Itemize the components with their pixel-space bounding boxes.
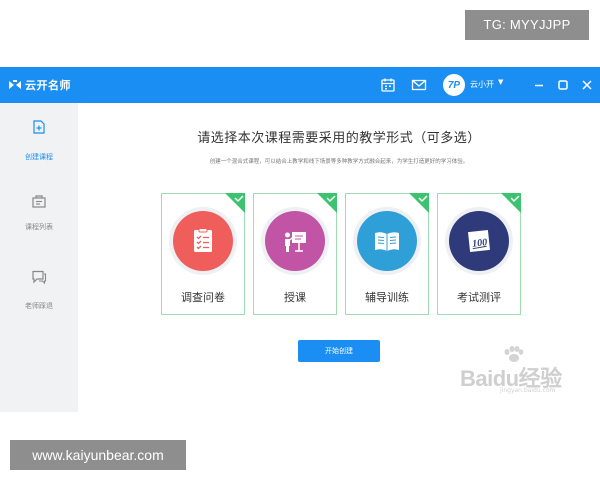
card-teaching[interactable]: 授课 xyxy=(253,193,337,315)
checkmark-icon xyxy=(501,193,521,213)
title-bar: 云开名师 7P 云小开 ▼ xyxy=(0,67,600,103)
start-create-button[interactable]: 开始创建 xyxy=(298,340,380,362)
card-survey[interactable]: 调查问卷 xyxy=(161,193,245,315)
sidebar-item-label: 课程列表 xyxy=(25,223,53,231)
checkmark-icon xyxy=(225,193,245,213)
baidu-watermark: Baidu经验 jingyan.baidu.com xyxy=(460,345,590,400)
app-name: 云开名师 xyxy=(25,79,71,92)
card-label: 辅导训练 xyxy=(365,291,409,304)
card-circle xyxy=(265,211,325,271)
course-list-icon xyxy=(32,195,46,208)
sidebar: 创建课程 课程列表 老师踩退 xyxy=(0,103,78,412)
logo-icon xyxy=(9,80,21,89)
page-description: 创建一个混合式课程，可以结合上教学和线下场景等多种教学方式融合起来，为学生打造更… xyxy=(209,159,469,165)
minimize-icon[interactable] xyxy=(532,78,546,92)
avatar[interactable]: 7P xyxy=(443,74,465,96)
watermark-sub: jingyan.baidu.com xyxy=(500,387,556,394)
card-circle: 100 xyxy=(449,211,509,271)
close-icon[interactable] xyxy=(580,78,594,92)
mail-icon[interactable] xyxy=(411,77,427,93)
url-overlay-badge: www.kaiyunbear.com xyxy=(10,440,186,470)
app-logo: 云开名师 xyxy=(8,76,71,94)
card-circle xyxy=(173,211,233,271)
sidebar-item-label: 老师踩退 xyxy=(25,302,53,310)
card-circle xyxy=(357,211,417,271)
exam-icon: 100 xyxy=(468,230,490,252)
sidebar-item-create-course[interactable]: 创建课程 xyxy=(0,103,78,173)
survey-icon xyxy=(194,228,212,252)
card-label: 调查问卷 xyxy=(181,291,225,304)
calendar-icon[interactable] xyxy=(380,77,396,93)
caret-down-icon[interactable]: ▼ xyxy=(498,78,503,86)
sidebar-item-course-list[interactable]: 课程列表 xyxy=(0,178,78,248)
tg-overlay-badge: TG: MYYJJPP xyxy=(465,10,589,40)
teaching-icon xyxy=(285,232,306,252)
card-exam[interactable]: 100 考试测评 xyxy=(437,193,521,315)
add-course-icon xyxy=(33,120,45,134)
tutoring-icon xyxy=(375,232,399,251)
sidebar-item-teacher[interactable]: 老师踩退 xyxy=(0,251,78,321)
checkmark-icon xyxy=(409,193,429,213)
sidebar-item-label: 创建课程 xyxy=(25,153,53,161)
maximize-icon[interactable] xyxy=(556,78,570,92)
card-label: 考试测评 xyxy=(457,291,501,304)
page-title: 请选择本次课程需要采用的教学形式（可多选） xyxy=(197,131,481,146)
card-tutoring[interactable]: 辅导训练 xyxy=(345,193,429,315)
username[interactable]: 云小开 xyxy=(470,79,494,90)
card-label: 授课 xyxy=(284,291,306,304)
checkmark-icon xyxy=(317,193,337,213)
chat-icon xyxy=(32,270,47,285)
